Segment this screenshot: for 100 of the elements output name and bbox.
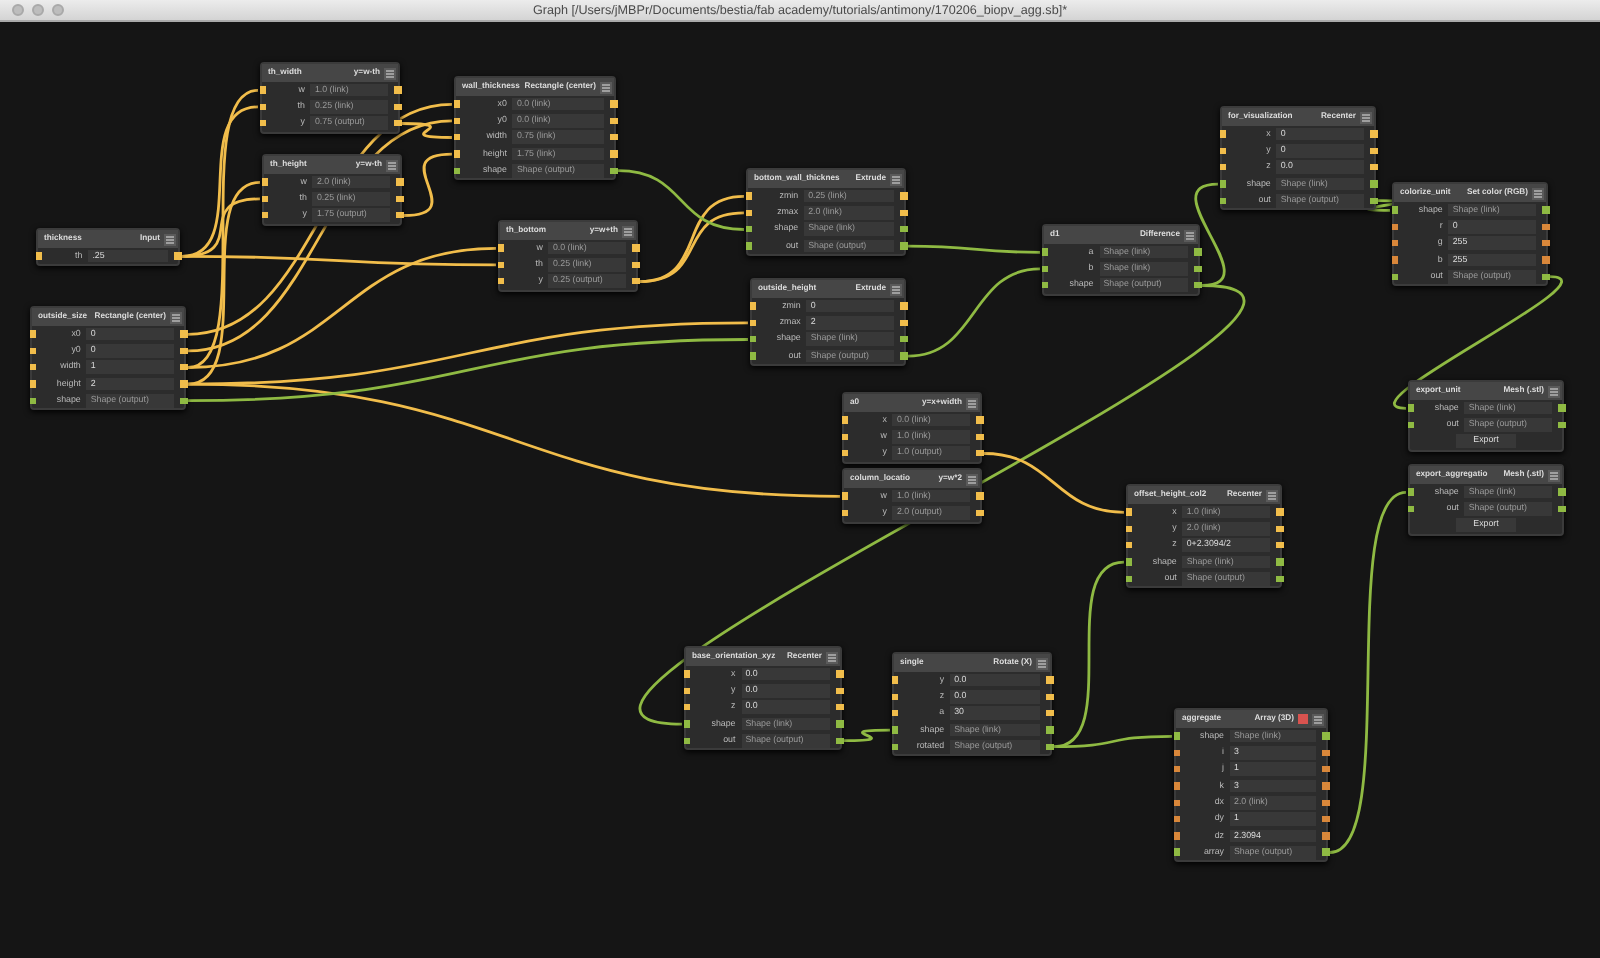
port-handle[interactable] (453, 100, 460, 108)
port-handle[interactable] (1041, 265, 1048, 273)
menu-icon[interactable] (890, 283, 902, 295)
port-handle[interactable] (836, 670, 843, 678)
port-handle[interactable] (497, 261, 504, 269)
port-handle[interactable] (174, 252, 181, 260)
port-handle[interactable] (976, 509, 983, 517)
port-handle[interactable] (1041, 248, 1048, 256)
port-handle[interactable] (745, 209, 752, 217)
port-handle[interactable] (749, 302, 756, 310)
menu-icon[interactable] (890, 173, 902, 185)
port-handle[interactable] (1322, 782, 1329, 790)
port-handle[interactable] (900, 225, 907, 233)
menu-icon[interactable] (164, 233, 176, 245)
port-handle[interactable] (836, 703, 843, 711)
port-handle[interactable] (1173, 765, 1180, 773)
port-handle[interactable] (396, 195, 403, 203)
port-handle[interactable] (900, 335, 907, 343)
port-handle[interactable] (1173, 799, 1180, 807)
port-handle[interactable] (180, 330, 187, 338)
menu-icon[interactable] (1532, 187, 1544, 199)
port-handle[interactable] (841, 416, 848, 424)
port-handle[interactable] (841, 492, 848, 500)
port-handle[interactable] (453, 150, 460, 158)
port-handle[interactable] (1046, 693, 1053, 701)
menu-icon[interactable] (966, 397, 978, 409)
port-handle[interactable] (497, 277, 504, 285)
port-handle[interactable] (900, 319, 907, 327)
port-handle[interactable] (610, 167, 617, 175)
port-handle[interactable] (1046, 726, 1053, 734)
port-handle[interactable] (749, 319, 756, 327)
port-handle[interactable] (261, 211, 268, 219)
port-handle[interactable] (453, 117, 460, 125)
port-handle[interactable] (900, 352, 907, 360)
port-handle[interactable] (1046, 743, 1053, 751)
menu-icon[interactable] (170, 311, 182, 323)
port-handle[interactable] (29, 347, 36, 355)
menu-icon[interactable] (1312, 713, 1324, 725)
port-handle[interactable] (1407, 421, 1414, 429)
port-handle[interactable] (394, 119, 401, 127)
port-handle[interactable] (841, 433, 848, 441)
menu-icon[interactable] (386, 159, 398, 171)
port-handle[interactable] (29, 397, 36, 405)
port-handle[interactable] (394, 86, 401, 94)
port-handle[interactable] (841, 449, 848, 457)
port-handle[interactable] (1173, 782, 1180, 790)
port-handle[interactable] (1194, 281, 1201, 289)
port-handle[interactable] (1322, 848, 1329, 856)
port-handle[interactable] (1041, 281, 1048, 289)
port-handle[interactable] (836, 687, 843, 695)
port-handle[interactable] (1173, 815, 1180, 823)
port-handle[interactable] (1558, 404, 1565, 412)
port-handle[interactable] (683, 687, 690, 695)
port-handle[interactable] (1046, 709, 1053, 717)
port-handle[interactable] (976, 449, 983, 457)
port-handle[interactable] (610, 150, 617, 158)
port-handle[interactable] (1322, 815, 1329, 823)
port-handle[interactable] (1391, 223, 1398, 231)
port-handle[interactable] (891, 676, 898, 684)
port-handle[interactable] (1219, 130, 1226, 138)
port-handle[interactable] (976, 492, 983, 500)
menu-icon[interactable] (966, 473, 978, 485)
port-handle[interactable] (1125, 525, 1132, 533)
port-handle[interactable] (976, 416, 983, 424)
port-handle[interactable] (29, 380, 36, 388)
port-handle[interactable] (891, 709, 898, 717)
menu-icon[interactable] (384, 67, 396, 79)
port-handle[interactable] (259, 119, 266, 127)
port-handle[interactable] (259, 86, 266, 94)
port-handle[interactable] (745, 225, 752, 233)
port-handle[interactable] (891, 743, 898, 751)
port-handle[interactable] (1322, 732, 1329, 740)
menu-icon[interactable] (1548, 385, 1560, 397)
port-handle[interactable] (745, 242, 752, 250)
port-handle[interactable] (1407, 488, 1414, 496)
port-handle[interactable] (35, 252, 42, 260)
port-handle[interactable] (1194, 265, 1201, 273)
port-handle[interactable] (259, 103, 266, 111)
port-handle[interactable] (1046, 676, 1053, 684)
port-handle[interactable] (1407, 505, 1414, 513)
menu-icon[interactable] (1266, 489, 1278, 501)
port-handle[interactable] (1125, 558, 1132, 566)
port-handle[interactable] (453, 167, 460, 175)
port-handle[interactable] (1219, 147, 1226, 155)
port-handle[interactable] (1276, 575, 1283, 583)
port-handle[interactable] (632, 261, 639, 269)
port-handle[interactable] (1173, 832, 1180, 840)
port-handle[interactable] (900, 209, 907, 217)
port-handle[interactable] (1542, 273, 1549, 281)
port-handle[interactable] (1322, 799, 1329, 807)
port-handle[interactable] (841, 509, 848, 517)
port-handle[interactable] (1370, 180, 1377, 188)
port-handle[interactable] (1194, 248, 1201, 256)
port-handle[interactable] (1276, 525, 1283, 533)
port-handle[interactable] (1391, 256, 1398, 264)
port-handle[interactable] (180, 397, 187, 405)
port-handle[interactable] (1542, 206, 1549, 214)
port-handle[interactable] (891, 726, 898, 734)
port-handle[interactable] (891, 693, 898, 701)
port-handle[interactable] (749, 352, 756, 360)
